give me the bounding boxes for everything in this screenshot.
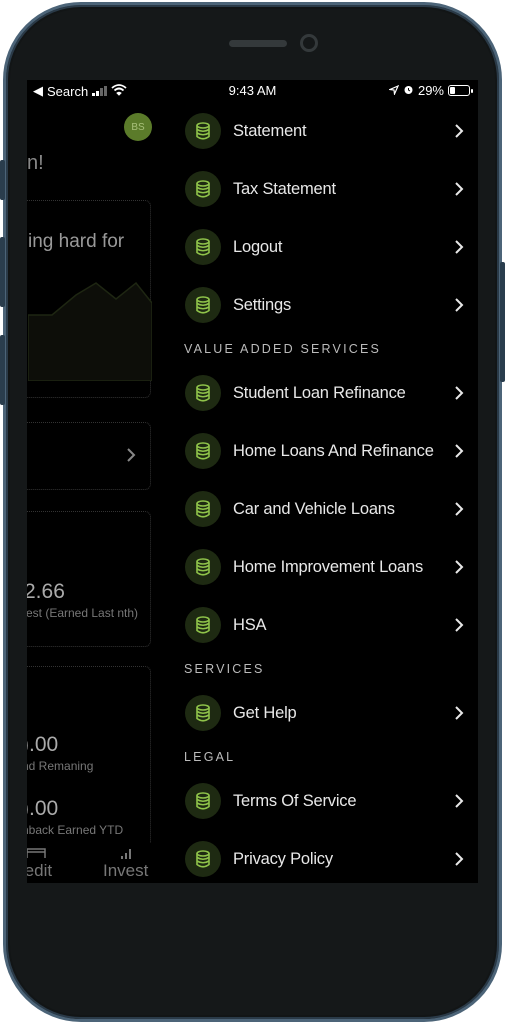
- cashback-amount: ).00: [27, 797, 59, 820]
- chevron-right-icon: [454, 501, 464, 517]
- chart-area: [28, 281, 152, 381]
- menu-item-label: Car and Vehicle Loans: [233, 499, 395, 518]
- side-menu: Statement Tax Statement Logout Settings …: [177, 102, 478, 883]
- menu-item-label: HSA: [233, 615, 267, 634]
- menu-item-logout[interactable]: Logout: [177, 218, 478, 276]
- menu-item-statement[interactable]: Statement: [177, 102, 478, 160]
- menu-item-home-improvement-loans[interactable]: Home Improvement Loans: [177, 538, 478, 596]
- section-header: LEGAL: [184, 750, 236, 764]
- database-icon: [185, 841, 221, 877]
- status-bar: ◀ Search 9:43 AM 29%: [27, 80, 478, 102]
- database-icon: [185, 607, 221, 643]
- menu-item-home-loans-and-refinance[interactable]: Home Loans And Refinance: [177, 422, 478, 480]
- mute-switch: [0, 160, 5, 200]
- cashback-label: hback Earned YTD: [27, 823, 124, 837]
- battery-icon: [448, 85, 473, 96]
- tab-label: redit: [27, 861, 53, 880]
- spend-remaining-amount: ).00: [27, 733, 59, 756]
- speaker-grille: [229, 40, 287, 47]
- database-icon: [185, 549, 221, 585]
- database-icon: [185, 229, 221, 265]
- interest-amount: 2.66: [27, 580, 65, 603]
- card-icon: [27, 847, 52, 861]
- database-icon: [185, 783, 221, 819]
- power-button: [500, 262, 505, 382]
- database-icon: [185, 491, 221, 527]
- chevron-right-icon: [454, 559, 464, 575]
- chevron-right-icon: [454, 297, 464, 313]
- bottom-tab-bar: redit Invest: [27, 843, 157, 883]
- greeting-text: n!: [27, 152, 44, 174]
- avatar[interactable]: BS: [124, 113, 152, 141]
- chevron-right-icon: [454, 443, 464, 459]
- navigation-card[interactable]: [27, 422, 151, 490]
- interest-card[interactable]: 2.66 rest (Earned Last nth): [27, 511, 151, 647]
- chevron-right-icon: [454, 123, 464, 139]
- battery-percent: 29%: [417, 83, 444, 98]
- database-icon: [185, 695, 221, 731]
- menu-item-label: Student Loan Refinance: [233, 383, 406, 402]
- location-arrow-icon: [387, 83, 400, 98]
- menu-item-label: Terms Of Service: [233, 791, 357, 810]
- chevron-right-icon: [454, 617, 464, 633]
- background-home-screen: BS n! ing hard for 2.66 rest (Earned Las…: [27, 80, 157, 883]
- section-header: VALUE ADDED SERVICES: [184, 342, 382, 356]
- chevron-right-icon: [126, 447, 136, 463]
- menu-item-terms-of-service[interactable]: Terms Of Service: [177, 772, 478, 830]
- menu-item-privacy-policy[interactable]: Privacy Policy: [177, 830, 478, 883]
- volume-up-button: [0, 237, 5, 307]
- section-header: SERVICES: [184, 662, 265, 676]
- bar-chart-icon: [103, 847, 148, 861]
- menu-item-label: Home Loans And Refinance: [233, 441, 434, 460]
- database-icon: [185, 171, 221, 207]
- menu-item-label: Tax Statement: [233, 179, 336, 198]
- card-heading: ing hard for: [28, 231, 125, 252]
- volume-down-button: [0, 335, 5, 405]
- battery-level: [450, 87, 455, 94]
- menu-item-label: Statement: [233, 121, 307, 140]
- tab-label: Invest: [103, 861, 149, 880]
- chevron-right-icon: [454, 181, 464, 197]
- menu-item-label: Settings: [233, 295, 292, 314]
- chevron-right-icon: [454, 793, 464, 809]
- spend-remaining-label: nd Remaning: [27, 759, 94, 773]
- menu-item-hsa[interactable]: HSA: [177, 596, 478, 654]
- menu-item-label: Privacy Policy: [233, 849, 333, 868]
- interest-label: rest (Earned Last nth): [27, 606, 139, 620]
- database-icon: [185, 433, 221, 469]
- chevron-right-icon: [454, 851, 464, 867]
- menu-item-label: Get Help: [233, 703, 297, 722]
- menu-item-label: Home Improvement Loans: [233, 557, 424, 576]
- tab-credit[interactable]: redit: [27, 847, 52, 881]
- menu-item-settings[interactable]: Settings: [177, 276, 478, 334]
- chevron-right-icon: [454, 385, 464, 401]
- front-camera: [300, 34, 318, 52]
- balance-chart-card[interactable]: ing hard for: [27, 200, 152, 398]
- menu-item-tax-statement[interactable]: Tax Statement: [177, 160, 478, 218]
- database-icon: [185, 287, 221, 323]
- database-icon: [185, 113, 221, 149]
- menu-item-car-and-vehicle-loans[interactable]: Car and Vehicle Loans: [177, 480, 478, 538]
- screen: BS n! ing hard for 2.66 rest (Earned Las…: [27, 80, 478, 883]
- chevron-right-icon: [454, 239, 464, 255]
- alarm-icon: [403, 83, 414, 98]
- menu-item-label: Logout: [233, 237, 283, 256]
- menu-item-student-loan-refinance[interactable]: Student Loan Refinance: [177, 364, 478, 422]
- chevron-right-icon: [454, 705, 464, 721]
- area-chart: [28, 281, 152, 381]
- tab-invest[interactable]: Invest: [103, 847, 148, 881]
- menu-item-get-help[interactable]: Get Help: [177, 684, 478, 742]
- database-icon: [185, 375, 221, 411]
